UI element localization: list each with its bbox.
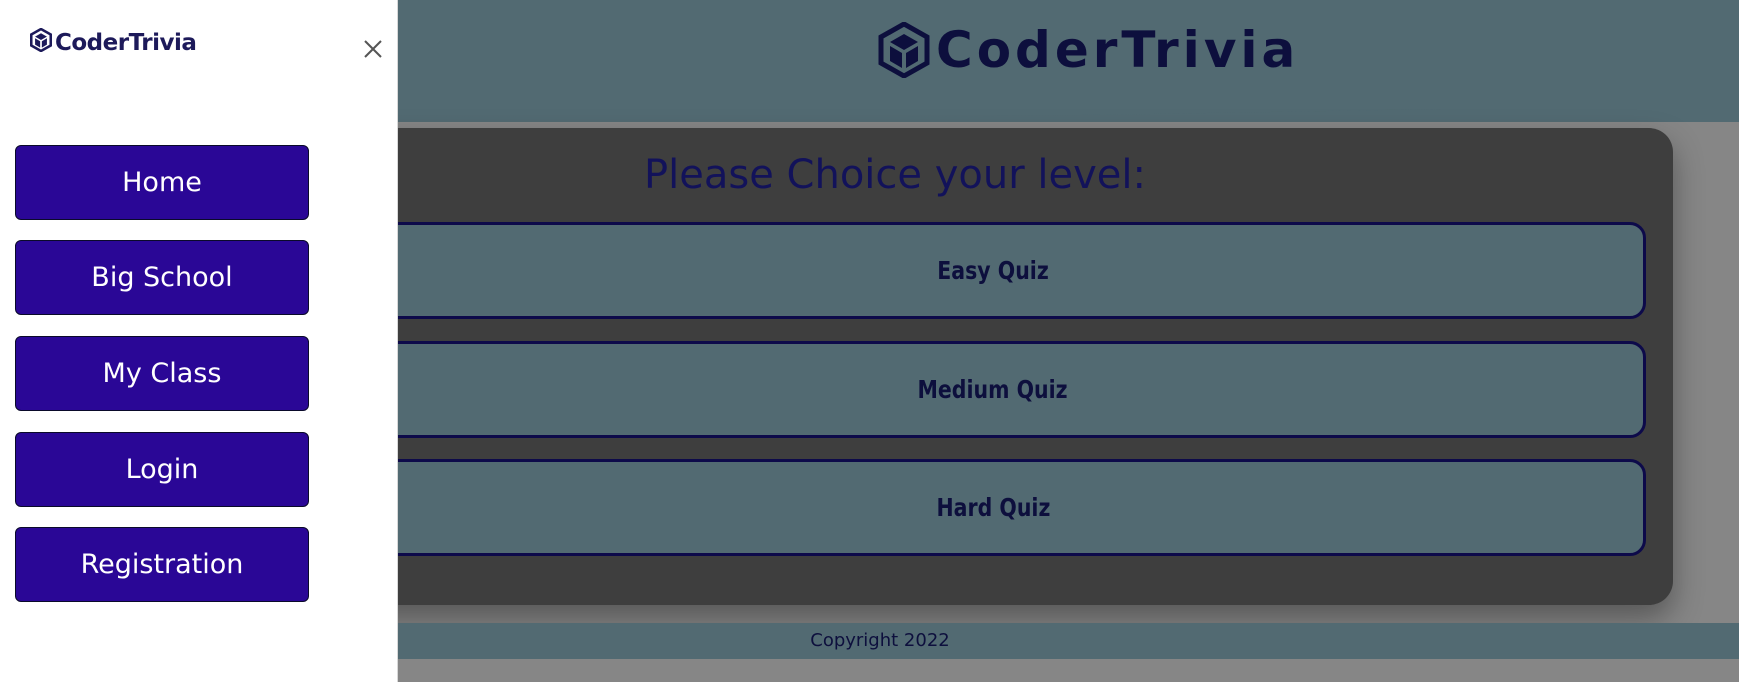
nav-registration-label: Registration — [80, 549, 244, 580]
quiz-prompt: Please Choice your level: — [644, 152, 1146, 198]
nav-login-button[interactable]: Login — [15, 432, 309, 507]
nav-my-class-label: My Class — [102, 358, 222, 389]
hard-quiz-button[interactable]: Hard Quiz — [340, 459, 1646, 556]
sidebar-logo[interactable]: CoderTrivia — [30, 27, 197, 57]
offcanvas-menu: CoderTrivia Home Big School My Class Log… — [0, 0, 398, 682]
nav-big-school-label: Big School — [91, 262, 233, 293]
nav-home-button[interactable]: Home — [15, 145, 309, 220]
nav-home-label: Home — [122, 167, 202, 198]
nav-login-label: Login — [125, 454, 199, 485]
cube-logo-icon — [30, 27, 52, 57]
easy-quiz-label: Easy Quiz — [937, 256, 1049, 285]
close-button[interactable] — [360, 36, 386, 62]
nav-big-school-button[interactable]: Big School — [15, 240, 309, 315]
nav-my-class-button[interactable]: My Class — [15, 336, 309, 411]
site-title: CoderTrivia — [936, 21, 1300, 79]
medium-quiz-label: Medium Quiz — [917, 375, 1069, 404]
medium-quiz-button[interactable]: Medium Quiz — [340, 341, 1646, 438]
close-icon — [364, 40, 382, 58]
cube-logo-icon — [878, 22, 930, 78]
site-logo[interactable]: CoderTrivia — [878, 20, 1299, 80]
hard-quiz-label: Hard Quiz — [936, 493, 1050, 522]
sidebar-title: CoderTrivia — [55, 29, 197, 56]
easy-quiz-button[interactable]: Easy Quiz — [340, 222, 1646, 319]
nav-registration-button[interactable]: Registration — [15, 527, 309, 602]
